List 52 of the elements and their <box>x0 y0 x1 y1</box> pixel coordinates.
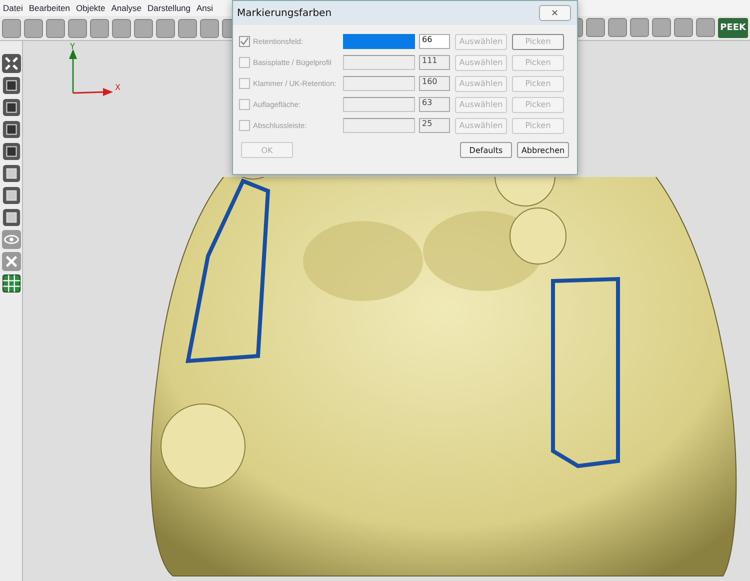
value-field[interactable]: 25 <box>419 118 450 133</box>
toolbar-tool-icon[interactable] <box>46 18 65 38</box>
defaults-button[interactable]: Defaults <box>460 142 512 158</box>
peek-button[interactable]: PEEK <box>718 18 748 38</box>
toolbar-tool-icon[interactable] <box>586 18 606 37</box>
value-field[interactable]: 160 <box>419 76 450 91</box>
toolbar-tool-icon[interactable] <box>134 18 153 38</box>
toolbar-tool-icon[interactable] <box>696 18 716 37</box>
checkbox[interactable] <box>239 120 250 131</box>
cube-view-icon[interactable] <box>2 98 20 117</box>
menu-item[interactable]: Objekte <box>76 3 106 13</box>
toolbar-tool-icon[interactable] <box>90 18 109 38</box>
toolbar-tool-icon[interactable] <box>608 18 628 37</box>
toolbar-tool-icon[interactable] <box>652 18 672 37</box>
value-field[interactable]: 111 <box>419 55 450 70</box>
color-swatch <box>343 97 415 112</box>
color-swatch <box>343 76 415 91</box>
menu-item[interactable]: Ansi <box>196 3 214 13</box>
cube-view-icon[interactable] <box>2 120 20 139</box>
fit-view-icon[interactable] <box>2 54 20 73</box>
toolbar-tool-icon[interactable] <box>156 18 175 38</box>
color-swatch <box>343 55 415 70</box>
color-swatch <box>343 118 415 133</box>
checkbox[interactable] <box>239 78 250 89</box>
checkbox[interactable] <box>239 99 250 110</box>
toolbar-tool-icon[interactable] <box>630 18 650 37</box>
menu-item[interactable]: Darstellung <box>148 3 191 13</box>
axes-drawing: Y X <box>63 43 123 103</box>
close-button[interactable]: ✕ <box>539 5 571 21</box>
cube-view-icon[interactable] <box>2 142 20 161</box>
checkbox[interactable] <box>239 36 250 47</box>
cancel-button[interactable]: Abbrechen <box>517 142 569 158</box>
cube-view-icon[interactable] <box>2 186 20 205</box>
toolbar-tool-icon[interactable] <box>2 18 21 38</box>
toolbar-tool-icon[interactable] <box>112 18 131 38</box>
toolbar-tool-icon[interactable] <box>24 18 43 38</box>
grid-icon[interactable] <box>2 274 20 293</box>
dialog-title: Markierungsfarben <box>237 8 332 18</box>
value-field[interactable]: 66 <box>419 34 450 49</box>
menu-item[interactable]: Bearbeiten <box>28 3 70 13</box>
cube-view-icon[interactable] <box>2 208 20 227</box>
cube-view-icon[interactable] <box>2 164 20 183</box>
toolbar-tool-icon[interactable] <box>68 18 87 38</box>
value-field[interactable]: 63 <box>419 97 450 112</box>
eye-icon[interactable] <box>2 230 20 249</box>
menu-item[interactable]: Analyse <box>111 3 142 13</box>
toolbar-tool-icon[interactable] <box>178 18 197 38</box>
toolbar-tool-icon[interactable] <box>674 18 694 37</box>
menu-item[interactable]: Datei <box>3 3 23 13</box>
checkbox[interactable] <box>239 57 250 68</box>
toolbar-tool-icon[interactable] <box>200 18 219 38</box>
cube-view-icon[interactable] <box>2 76 20 95</box>
